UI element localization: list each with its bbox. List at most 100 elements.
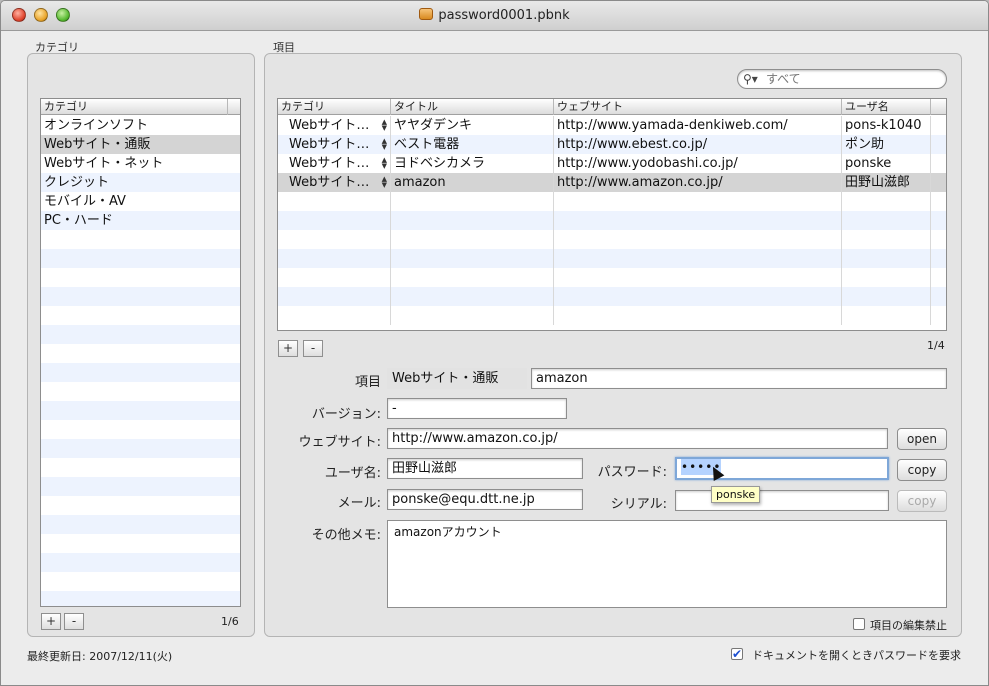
item-title-cell — [391, 249, 554, 268]
item-row[interactable]: Webサイト… ▲ ▼ ヤヤダデンキ http://www.yamada-denkiwe… — [278, 116, 946, 135]
item-category-cell[interactable]: Webサイト… ▲ ▼ — [278, 135, 391, 154]
copy-password-button[interactable]: copy — [897, 459, 947, 481]
item-website-cell-text: http://www.amazon.co.jp/ — [557, 175, 723, 190]
item-user-cell — [842, 287, 931, 306]
column-header-category[interactable]: カテゴリ — [41, 99, 228, 115]
title-bar[interactable]: password0001.pbnk — [1, 1, 988, 31]
lock-item-checkbox[interactable] — [853, 618, 865, 630]
item-row[interactable]: Webサイト… ▲ ▼ ベスト電器 http://www.ebest.co.jp/ポン助 — [278, 135, 946, 154]
empty-row[interactable] — [278, 211, 946, 230]
empty-row[interactable] — [278, 192, 946, 211]
website-field[interactable]: http://www.amazon.co.jp/ — [387, 428, 888, 449]
column-header-user[interactable]: ユーザ名 — [842, 99, 931, 115]
item-user-cell — [842, 268, 931, 287]
empty-row[interactable] — [278, 306, 946, 325]
empty-row[interactable] — [41, 439, 240, 458]
popup-stepper-icon[interactable]: ▲ ▼ — [382, 176, 387, 189]
checkmark-icon: ✔ — [732, 647, 743, 661]
empty-row[interactable] — [278, 249, 946, 268]
empty-row[interactable] — [41, 420, 240, 439]
empty-row[interactable] — [41, 458, 240, 477]
popup-stepper-icon[interactable]: ▲ ▼ — [382, 119, 387, 132]
empty-row[interactable] — [41, 496, 240, 515]
category-row[interactable]: クレジット — [41, 173, 240, 192]
category-row[interactable]: モバイル・AV — [41, 192, 240, 211]
add-item-button[interactable]: + — [278, 340, 298, 357]
item-user-cell — [842, 211, 931, 230]
item-title-cell — [391, 192, 554, 211]
empty-row[interactable] — [41, 401, 240, 420]
items-table[interactable]: カテゴリ タイトル ウェブサイト ユーザ名 Webサイト… ▲ ▼ ヤヤダデンキ htt… — [277, 98, 947, 331]
item-website-cell — [554, 230, 842, 249]
empty-row[interactable] — [41, 287, 240, 306]
category-name: Webサイト・ネット — [44, 156, 164, 171]
category-row[interactable]: オンラインソフト — [41, 116, 240, 135]
item-website-cell-text: http://www.yamada-denkiweb.com/ — [557, 118, 788, 133]
search-field[interactable]: ⚲▾ — [737, 69, 947, 89]
memo-label: その他メモ: — [311, 528, 381, 543]
username-field[interactable]: 田野山滋郎 — [387, 458, 583, 479]
serial-field[interactable] — [675, 490, 889, 511]
item-title-cell-text: ベスト電器 — [394, 137, 460, 152]
open-website-button[interactable]: open — [897, 428, 947, 450]
empty-row[interactable] — [41, 591, 240, 606]
empty-row[interactable] — [41, 572, 240, 591]
lock-item-label: 項目の編集禁止 — [870, 619, 947, 632]
column-header-category[interactable]: カテゴリ — [278, 99, 391, 115]
empty-row[interactable] — [41, 306, 240, 325]
empty-row[interactable] — [41, 477, 240, 496]
category-row[interactable]: PC・ハード — [41, 211, 240, 230]
item-category-field[interactable]: Webサイト・通販 — [387, 368, 527, 389]
item-user-cell-text: pons-k1040 — [845, 118, 922, 133]
item-row[interactable]: Webサイト… ▲ ▼ amazon http://www.amazon.co.jp/田… — [278, 173, 946, 192]
empty-row[interactable] — [41, 268, 240, 287]
last-updated-text: 最終更新日: 2007/12/11(火) — [27, 650, 173, 663]
search-input[interactable] — [766, 72, 936, 86]
empty-row[interactable] — [41, 230, 240, 249]
item-user-cell — [842, 230, 931, 249]
item-title-cell: ヤヤダデンキ — [391, 116, 554, 135]
categories-table[interactable]: カテゴリ オンラインソフト Webサイト・通販 Webサイト・ネット クレジットモバイ… — [40, 98, 241, 607]
item-category-cell[interactable]: Webサイト… ▲ ▼ — [278, 116, 391, 135]
require-password-checkbox[interactable]: ✔ — [731, 648, 743, 660]
item-count: 1/4 — [927, 339, 945, 352]
item-category-cell — [278, 306, 391, 325]
category-name: クレジット — [44, 175, 110, 190]
empty-row[interactable] — [41, 363, 240, 382]
empty-row[interactable] — [41, 249, 240, 268]
item-user-cell: 田野山滋郎 — [842, 173, 931, 192]
empty-row[interactable] — [41, 344, 240, 363]
item-website-cell — [554, 249, 842, 268]
empty-row[interactable] — [278, 268, 946, 287]
item-category-cell — [278, 230, 391, 249]
item-category-cell[interactable]: Webサイト… ▲ ▼ — [278, 154, 391, 173]
memo-textarea[interactable]: amazonアカウント — [387, 520, 947, 608]
item-category-cell — [278, 268, 391, 287]
item-row[interactable]: Webサイト… ▲ ▼ ヨドベシカメラ http://www.yodobashi.co.… — [278, 154, 946, 173]
empty-row[interactable] — [41, 534, 240, 553]
empty-row[interactable] — [41, 382, 240, 401]
item-title-field[interactable]: amazon — [531, 368, 947, 389]
category-name: モバイル・AV — [44, 194, 126, 209]
empty-row[interactable] — [278, 230, 946, 249]
copy-serial-button[interactable]: copy — [897, 490, 947, 512]
popup-stepper-icon[interactable]: ▲ ▼ — [382, 138, 387, 151]
item-category-cell[interactable]: Webサイト… ▲ ▼ — [278, 173, 391, 192]
remove-item-button[interactable]: - — [303, 340, 323, 357]
empty-row[interactable] — [41, 553, 240, 572]
item-website-cell — [554, 287, 842, 306]
popup-stepper-icon[interactable]: ▲ ▼ — [382, 157, 387, 170]
empty-row[interactable] — [278, 287, 946, 306]
add-category-button[interactable]: + — [41, 613, 61, 630]
column-header-spacer — [931, 99, 946, 115]
version-field[interactable]: - — [387, 398, 567, 419]
item-category-cell — [278, 192, 391, 211]
empty-row[interactable] — [41, 515, 240, 534]
remove-category-button[interactable]: - — [64, 613, 84, 630]
category-row[interactable]: Webサイト・ネット — [41, 154, 240, 173]
category-row[interactable]: Webサイト・通販 — [41, 135, 240, 154]
mail-field[interactable]: ponske@equ.dtt.ne.jp — [387, 489, 583, 510]
column-header-title[interactable]: タイトル — [391, 99, 554, 115]
empty-row[interactable] — [41, 325, 240, 344]
column-header-website[interactable]: ウェブサイト — [554, 99, 842, 115]
